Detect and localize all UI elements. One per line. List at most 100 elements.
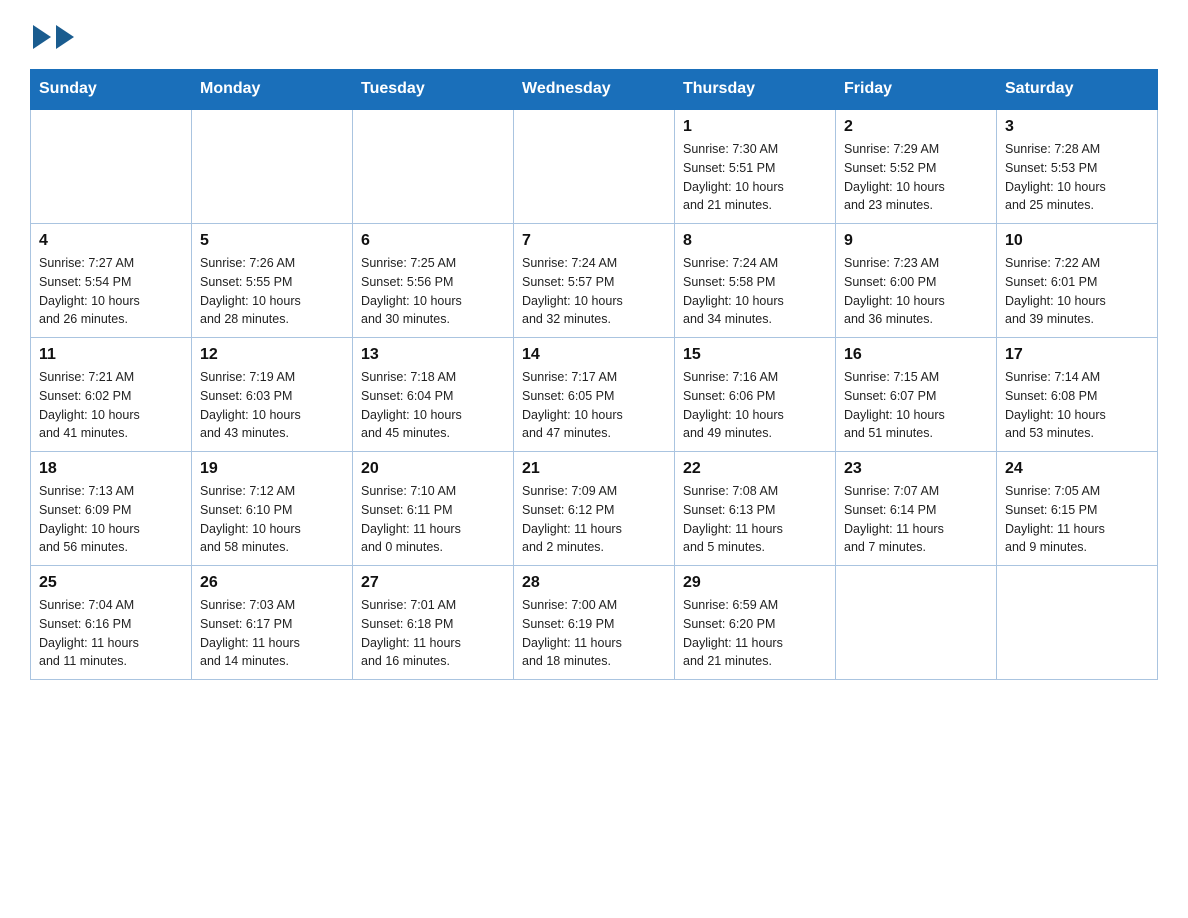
day-info: Sunrise: 7:03 AMSunset: 6:17 PMDaylight:… [200, 596, 344, 671]
day-info: Sunrise: 7:24 AMSunset: 5:58 PMDaylight:… [683, 254, 827, 329]
page-header [30, 20, 1158, 49]
weekday-header-row: SundayMondayTuesdayWednesdayThursdayFrid… [31, 70, 1158, 110]
day-number: 12 [200, 346, 344, 364]
day-number: 2 [844, 118, 988, 136]
day-info: Sunrise: 7:28 AMSunset: 5:53 PMDaylight:… [1005, 140, 1149, 215]
calendar-cell: 17 Sunrise: 7:14 AMSunset: 6:08 PMDayligh… [997, 338, 1158, 452]
day-number: 5 [200, 232, 344, 250]
day-info: Sunrise: 7:29 AMSunset: 5:52 PMDaylight:… [844, 140, 988, 215]
logo [30, 20, 76, 49]
day-info: Sunrise: 7:10 AMSunset: 6:11 PMDaylight:… [361, 482, 505, 557]
calendar-cell: 25 Sunrise: 7:04 AMSunset: 6:16 PMDayligh… [31, 566, 192, 680]
day-number: 27 [361, 574, 505, 592]
day-info: Sunrise: 7:21 AMSunset: 6:02 PMDaylight:… [39, 368, 183, 443]
calendar-cell: 5 Sunrise: 7:26 AMSunset: 5:55 PMDaylight… [192, 224, 353, 338]
day-number: 20 [361, 460, 505, 478]
calendar-table: SundayMondayTuesdayWednesdayThursdayFrid… [30, 69, 1158, 680]
calendar-cell: 22 Sunrise: 7:08 AMSunset: 6:13 PMDayligh… [675, 452, 836, 566]
calendar-cell: 12 Sunrise: 7:19 AMSunset: 6:03 PMDayligh… [192, 338, 353, 452]
day-number: 24 [1005, 460, 1149, 478]
weekday-header-saturday: Saturday [997, 70, 1158, 110]
day-number: 19 [200, 460, 344, 478]
calendar-cell [997, 566, 1158, 680]
day-info: Sunrise: 7:12 AMSunset: 6:10 PMDaylight:… [200, 482, 344, 557]
day-number: 14 [522, 346, 666, 364]
day-info: Sunrise: 7:14 AMSunset: 6:08 PMDaylight:… [1005, 368, 1149, 443]
day-number: 28 [522, 574, 666, 592]
day-info: Sunrise: 7:08 AMSunset: 6:13 PMDaylight:… [683, 482, 827, 557]
day-number: 29 [683, 574, 827, 592]
day-number: 16 [844, 346, 988, 364]
weekday-header-sunday: Sunday [31, 70, 192, 110]
day-info: Sunrise: 7:27 AMSunset: 5:54 PMDaylight:… [39, 254, 183, 329]
day-info: Sunrise: 7:09 AMSunset: 6:12 PMDaylight:… [522, 482, 666, 557]
day-info: Sunrise: 7:04 AMSunset: 6:16 PMDaylight:… [39, 596, 183, 671]
calendar-cell: 14 Sunrise: 7:17 AMSunset: 6:05 PMDayligh… [514, 338, 675, 452]
calendar-cell: 1 Sunrise: 7:30 AMSunset: 5:51 PMDaylight… [675, 109, 836, 224]
calendar-cell: 23Sunrise: 7:07 AMSunset: 6:14 PMDayligh… [836, 452, 997, 566]
day-number: 22 [683, 460, 827, 478]
logo-arrow-icon [33, 25, 51, 49]
weekday-header-tuesday: Tuesday [353, 70, 514, 110]
day-info: Sunrise: 7:25 AMSunset: 5:56 PMDaylight:… [361, 254, 505, 329]
day-number: 7 [522, 232, 666, 250]
calendar-cell: 10Sunrise: 7:22 AMSunset: 6:01 PMDayligh… [997, 224, 1158, 338]
calendar-cell: 24 Sunrise: 7:05 AMSunset: 6:15 PMDayligh… [997, 452, 1158, 566]
calendar-cell [514, 109, 675, 224]
weekday-header-monday: Monday [192, 70, 353, 110]
calendar-cell: 20 Sunrise: 7:10 AMSunset: 6:11 PMDayligh… [353, 452, 514, 566]
day-info: Sunrise: 7:18 AMSunset: 6:04 PMDaylight:… [361, 368, 505, 443]
day-number: 9 [844, 232, 988, 250]
calendar-week-row: 4 Sunrise: 7:27 AMSunset: 5:54 PMDaylight… [31, 224, 1158, 338]
weekday-header-thursday: Thursday [675, 70, 836, 110]
calendar-cell: 7 Sunrise: 7:24 AMSunset: 5:57 PMDaylight… [514, 224, 675, 338]
day-info: Sunrise: 7:00 AMSunset: 6:19 PMDaylight:… [522, 596, 666, 671]
calendar-cell: 9 Sunrise: 7:23 AMSunset: 6:00 PMDaylight… [836, 224, 997, 338]
day-info: Sunrise: 7:22 AMSunset: 6:01 PMDaylight:… [1005, 254, 1149, 329]
calendar-cell: 19 Sunrise: 7:12 AMSunset: 6:10 PMDayligh… [192, 452, 353, 566]
calendar-week-row: 18Sunrise: 7:13 AMSunset: 6:09 PMDayligh… [31, 452, 1158, 566]
calendar-cell: 3Sunrise: 7:28 AMSunset: 5:53 PMDaylight… [997, 109, 1158, 224]
day-number: 4 [39, 232, 183, 250]
calendar-cell: 27 Sunrise: 7:01 AMSunset: 6:18 PMDayligh… [353, 566, 514, 680]
day-number: 25 [39, 574, 183, 592]
day-info: Sunrise: 7:15 AMSunset: 6:07 PMDaylight:… [844, 368, 988, 443]
calendar-cell: 11 Sunrise: 7:21 AMSunset: 6:02 PMDayligh… [31, 338, 192, 452]
calendar-cell: 26 Sunrise: 7:03 AMSunset: 6:17 PMDayligh… [192, 566, 353, 680]
day-info: Sunrise: 7:30 AMSunset: 5:51 PMDaylight:… [683, 140, 827, 215]
day-number: 11 [39, 346, 183, 364]
weekday-header-friday: Friday [836, 70, 997, 110]
day-number: 21 [522, 460, 666, 478]
calendar-cell [836, 566, 997, 680]
day-info: Sunrise: 7:17 AMSunset: 6:05 PMDaylight:… [522, 368, 666, 443]
calendar-week-row: 1 Sunrise: 7:30 AMSunset: 5:51 PMDaylight… [31, 109, 1158, 224]
calendar-cell: 15 Sunrise: 7:16 AMSunset: 6:06 PMDayligh… [675, 338, 836, 452]
day-info: Sunrise: 7:07 AMSunset: 6:14 PMDaylight:… [844, 482, 988, 557]
calendar-cell: 2 Sunrise: 7:29 AMSunset: 5:52 PMDaylight… [836, 109, 997, 224]
day-info: Sunrise: 7:16 AMSunset: 6:06 PMDaylight:… [683, 368, 827, 443]
logo-arrow2-icon [56, 25, 74, 49]
day-info: Sunrise: 7:26 AMSunset: 5:55 PMDaylight:… [200, 254, 344, 329]
day-info: Sunrise: 7:24 AMSunset: 5:57 PMDaylight:… [522, 254, 666, 329]
calendar-cell: 6 Sunrise: 7:25 AMSunset: 5:56 PMDaylight… [353, 224, 514, 338]
day-info: Sunrise: 7:23 AMSunset: 6:00 PMDaylight:… [844, 254, 988, 329]
calendar-cell: 29 Sunrise: 6:59 AMSunset: 6:20 PMDayligh… [675, 566, 836, 680]
calendar-week-row: 11 Sunrise: 7:21 AMSunset: 6:02 PMDayligh… [31, 338, 1158, 452]
day-info: Sunrise: 7:01 AMSunset: 6:18 PMDaylight:… [361, 596, 505, 671]
calendar-cell [31, 109, 192, 224]
day-info: Sunrise: 6:59 AMSunset: 6:20 PMDaylight:… [683, 596, 827, 671]
day-number: 1 [683, 118, 827, 136]
day-number: 17 [1005, 346, 1149, 364]
calendar-cell: 13 Sunrise: 7:18 AMSunset: 6:04 PMDayligh… [353, 338, 514, 452]
calendar-cell: 21 Sunrise: 7:09 AMSunset: 6:12 PMDayligh… [514, 452, 675, 566]
day-info: Sunrise: 7:05 AMSunset: 6:15 PMDaylight:… [1005, 482, 1149, 557]
day-info: Sunrise: 7:19 AMSunset: 6:03 PMDaylight:… [200, 368, 344, 443]
day-number: 15 [683, 346, 827, 364]
calendar-cell: 18Sunrise: 7:13 AMSunset: 6:09 PMDayligh… [31, 452, 192, 566]
calendar-cell [353, 109, 514, 224]
day-number: 26 [200, 574, 344, 592]
day-number: 6 [361, 232, 505, 250]
calendar-cell: 28 Sunrise: 7:00 AMSunset: 6:19 PMDayligh… [514, 566, 675, 680]
day-info: Sunrise: 7:13 AMSunset: 6:09 PMDaylight:… [39, 482, 183, 557]
day-number: 13 [361, 346, 505, 364]
